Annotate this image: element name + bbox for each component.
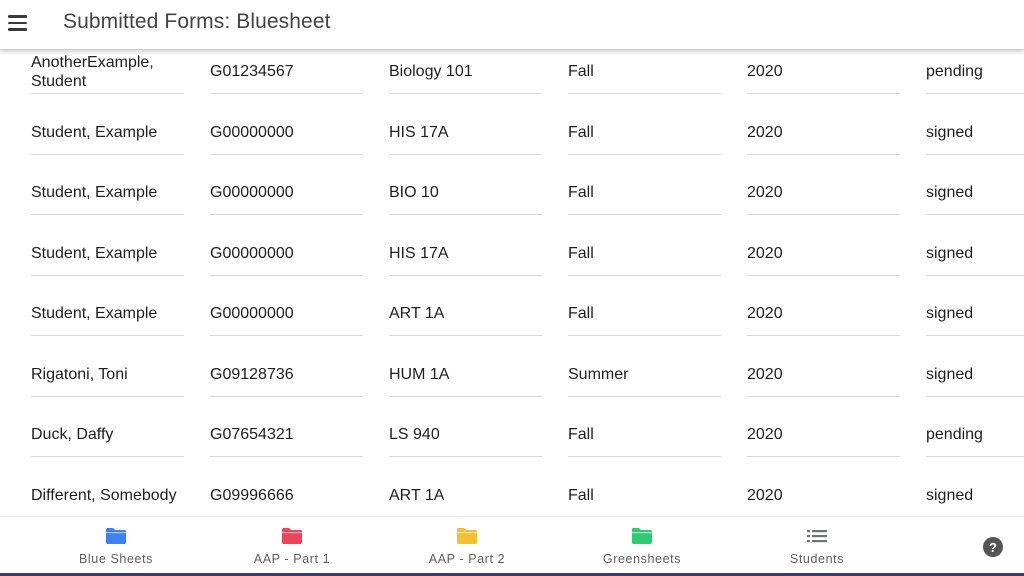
cell-course: Biology 101 bbox=[389, 50, 542, 94]
cell-student-id: G09996666 bbox=[210, 474, 363, 517]
cell-student-id: G00000000 bbox=[210, 232, 363, 276]
cell-course: HIS 17A bbox=[389, 232, 542, 276]
cell-student-name: Student, Example bbox=[31, 111, 184, 155]
cell-term: Fall bbox=[568, 232, 721, 276]
folder-icon bbox=[457, 528, 477, 544]
cell-student-id: G09128736 bbox=[210, 353, 363, 397]
cell-student-name: AnotherExample, Student bbox=[31, 50, 184, 94]
page-title: Submitted Forms: Bluesheet bbox=[63, 10, 331, 33]
cell-status: pending bbox=[926, 413, 1024, 457]
cell-student-name: Student, Example bbox=[31, 292, 184, 336]
cell-status: signed bbox=[926, 474, 1024, 517]
cell-course: HIS 17A bbox=[389, 111, 542, 155]
cell-course: BIO 10 bbox=[389, 171, 542, 215]
table-row[interactable]: Duck, Daffy G07654321 LS 940 Fall 2020 pendin… bbox=[0, 413, 1024, 474]
menu-bar-line bbox=[7, 21, 27, 25]
cell-year: 2020 bbox=[747, 171, 900, 215]
table-row[interactable]: Student, Example G00000000 HIS 17A Fall 2020… bbox=[0, 232, 1024, 293]
submitted-forms-table: AnotherExample, Student G01234567 Biology … bbox=[0, 50, 1024, 516]
cell-student-id: G01234567 bbox=[210, 50, 363, 94]
cell-course: ART 1A bbox=[389, 292, 542, 336]
bottom-navigation: Blue Sheets AAP - Part 1 AAP - Part 2 Gr… bbox=[0, 516, 1024, 576]
cell-term: Fall bbox=[568, 292, 721, 336]
help-icon[interactable]: ? bbox=[983, 537, 1003, 557]
cell-term: Fall bbox=[568, 474, 721, 517]
nav-label: Students bbox=[789, 552, 845, 566]
cell-year: 2020 bbox=[747, 292, 900, 336]
nav-item-students[interactable]: Students bbox=[742, 517, 892, 574]
cell-student-id: G00000000 bbox=[210, 292, 363, 336]
cell-student-id: G07654321 bbox=[210, 413, 363, 457]
table-row[interactable]: Student, Example G00000000 BIO 10 Fall 2020 s… bbox=[0, 171, 1024, 232]
table-row[interactable]: Student, Example G00000000 HIS 17A Fall 2020… bbox=[0, 111, 1024, 172]
cell-status: signed bbox=[926, 171, 1024, 215]
menu-bar-line bbox=[7, 15, 27, 18]
cell-student-name: Student, Example bbox=[31, 232, 184, 276]
folder-icon bbox=[282, 528, 302, 544]
nav-item-blue-sheets[interactable]: Blue Sheets bbox=[41, 517, 191, 574]
app-bar: Submitted Forms: Bluesheet bbox=[0, 0, 1024, 50]
cell-status: pending bbox=[926, 50, 1024, 94]
cell-year: 2020 bbox=[747, 353, 900, 397]
cell-status: signed bbox=[926, 353, 1024, 397]
cell-status: signed bbox=[926, 292, 1024, 336]
folder-icon bbox=[632, 528, 652, 544]
table-row[interactable]: AnotherExample, Student G01234567 Biology … bbox=[0, 50, 1024, 111]
nav-item-greensheets[interactable]: Greensheets bbox=[567, 517, 717, 574]
folder-icon bbox=[106, 528, 126, 544]
cell-course: LS 940 bbox=[389, 413, 542, 457]
table-row[interactable]: Student, Example G00000000 ART 1A Fall 2020 s… bbox=[0, 292, 1024, 353]
cell-year: 2020 bbox=[747, 111, 900, 155]
nav-item-aap-part-2[interactable]: AAP - Part 2 bbox=[392, 517, 542, 574]
menu-bar-line bbox=[7, 28, 27, 31]
cell-status: signed bbox=[926, 111, 1024, 155]
cell-year: 2020 bbox=[747, 474, 900, 517]
cell-term: Summer bbox=[568, 353, 721, 397]
list-icon bbox=[807, 530, 827, 543]
table-row[interactable]: Rigatoni, Toni G09128736 HUM 1A Summer 2020 s… bbox=[0, 353, 1024, 414]
hamburger-menu-icon[interactable] bbox=[5, 11, 29, 35]
cell-student-id: G00000000 bbox=[210, 111, 363, 155]
cell-status: signed bbox=[926, 232, 1024, 276]
cell-year: 2020 bbox=[747, 50, 900, 94]
cell-term: Fall bbox=[568, 171, 721, 215]
nav-label: Blue Sheets bbox=[78, 552, 153, 566]
cell-year: 2020 bbox=[747, 413, 900, 457]
cell-term: Fall bbox=[568, 111, 721, 155]
cell-course: ART 1A bbox=[389, 474, 542, 517]
cell-student-name: Different, Somebody bbox=[31, 474, 184, 517]
cell-student-name: Student, Example bbox=[31, 171, 184, 215]
table-row[interactable]: Different, Somebody G09996666 ART 1A Fall 20… bbox=[0, 474, 1024, 517]
cell-year: 2020 bbox=[747, 232, 900, 276]
nav-label: AAP - Part 2 bbox=[428, 552, 506, 566]
cell-term: Fall bbox=[568, 50, 721, 94]
cell-term: Fall bbox=[568, 413, 721, 457]
cell-student-id: G00000000 bbox=[210, 171, 363, 215]
nav-label: AAP - Part 1 bbox=[253, 552, 331, 566]
nav-label: Greensheets bbox=[602, 552, 682, 566]
cell-student-name: Duck, Daffy bbox=[31, 413, 184, 457]
nav-item-aap-part-1[interactable]: AAP - Part 1 bbox=[217, 517, 367, 574]
cell-student-name: Rigatoni, Toni bbox=[31, 353, 184, 397]
cell-course: HUM 1A bbox=[389, 353, 542, 397]
